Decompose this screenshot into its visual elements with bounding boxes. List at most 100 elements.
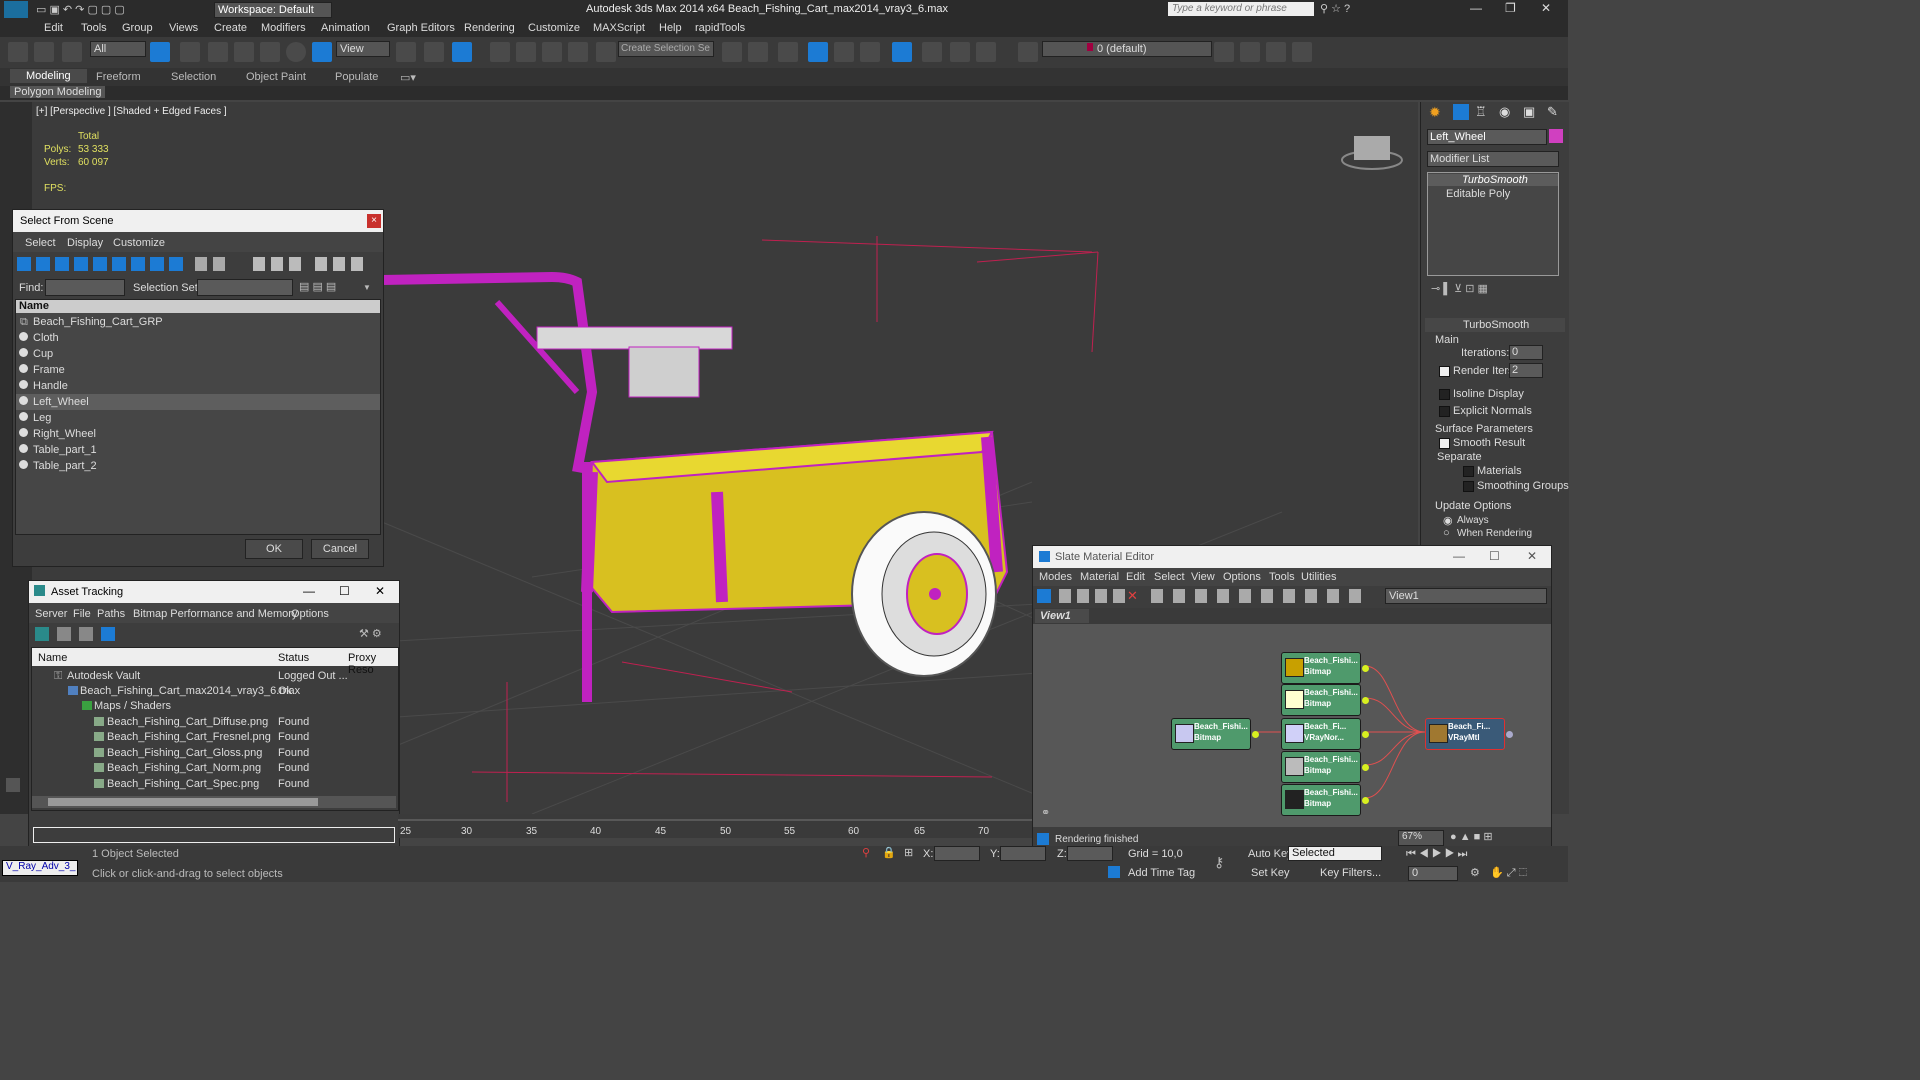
isoline-checkbox[interactable]	[1439, 388, 1454, 400]
pivot-icon[interactable]	[396, 42, 416, 62]
tab-view1[interactable]: View1	[1035, 609, 1089, 623]
ribbon-polygon-modeling[interactable]: Polygon Modeling	[10, 86, 106, 98]
name-column-header[interactable]: Name	[16, 300, 380, 313]
display-tab-icon[interactable]: ▣	[1523, 104, 1535, 120]
node-bitmap[interactable]: Beach_Fishi... Bitmap	[1281, 751, 1369, 783]
slate-menu-modes[interactable]: Modes	[1039, 571, 1072, 583]
slate-delete-icon[interactable]: ✕	[1127, 588, 1138, 604]
refresh-icon[interactable]	[35, 627, 49, 641]
workspace-dropdown[interactable]: Workspace: Default	[214, 2, 332, 18]
app-logo[interactable]	[4, 1, 28, 18]
slate-minimize-icon[interactable]: —	[1453, 549, 1465, 563]
render-icon[interactable]	[976, 42, 996, 62]
selection-set-dropdown[interactable]	[197, 279, 293, 296]
tab-freeform[interactable]: Freeform	[96, 71, 141, 83]
motion-tab-icon[interactable]: ◉	[1499, 104, 1510, 120]
select-from-scene-close-icon[interactable]: ×	[367, 214, 381, 228]
x-coord-field[interactable]	[934, 846, 980, 861]
current-frame-field[interactable]: 0	[1408, 866, 1458, 881]
cancel-button[interactable]: Cancel	[311, 539, 369, 559]
isolate-icon[interactable]: ⚲	[862, 846, 870, 859]
scene-item[interactable]: Handle	[16, 378, 380, 394]
node-output-port[interactable]	[1362, 797, 1369, 804]
node-output-port[interactable]	[1362, 764, 1369, 771]
sfs-filter-icons[interactable]	[195, 257, 229, 271]
rect-selection-icon[interactable]	[208, 42, 228, 62]
stack-item-turbosmooth[interactable]: TurboSmooth	[1428, 174, 1558, 186]
stack-item-editable-poly[interactable]: Editable Poly	[1446, 188, 1510, 200]
rotate-icon[interactable]	[286, 42, 306, 62]
node-vraymtl[interactable]: Beach_Fi... VRayMtl	[1425, 718, 1513, 750]
sfs-options-arrow-icon[interactable]: ▼	[363, 283, 371, 292]
find-input[interactable]	[45, 279, 125, 296]
scene-item-selected[interactable]: Left_Wheel	[16, 394, 380, 410]
explicit-normals-checkbox[interactable]	[1439, 405, 1454, 417]
selection-set-tools-icons[interactable]: ▤ ▤ ▤	[299, 280, 336, 293]
asset-close-icon[interactable]: ✕	[375, 584, 385, 598]
node-bitmap[interactable]: Beach_Fishi... Bitmap	[1281, 784, 1369, 816]
menu-views[interactable]: Views	[169, 22, 198, 34]
hierarchy-tab-icon[interactable]: ♖	[1475, 104, 1487, 120]
render-iters-spinner[interactable]: 2	[1509, 363, 1543, 378]
menu-customize[interactable]: Customize	[528, 22, 580, 34]
bind-icon[interactable]	[62, 42, 82, 62]
slate-menu-material[interactable]: Material	[1080, 571, 1119, 583]
node-bitmap[interactable]: Beach_Fishi... Bitmap	[1171, 718, 1259, 750]
viewport-label[interactable]: [+] [Perspective ] [Shaded + Edged Faces…	[36, 106, 227, 117]
slate-menu-view[interactable]: View	[1191, 571, 1215, 583]
turbosmooth-rollout-header[interactable]: TurboSmooth	[1425, 318, 1565, 332]
smoothing-groups-checkbox[interactable]	[1463, 480, 1478, 492]
tab-selection[interactable]: Selection	[171, 71, 216, 83]
tab-modeling[interactable]: Modeling	[10, 69, 87, 83]
asset-menu-server[interactable]: Server	[35, 608, 67, 620]
minimize-icon[interactable]: —	[1470, 1, 1482, 15]
slate-tools-icons[interactable]	[1059, 589, 1127, 603]
scene-item[interactable]: Cup	[16, 346, 380, 362]
slate-menu-edit[interactable]: Edit	[1126, 571, 1145, 583]
create-tab-icon[interactable]: ✹	[1429, 104, 1441, 121]
time-config-icon[interactable]: ⚙	[1470, 866, 1480, 879]
table-view-icon[interactable]	[101, 627, 115, 641]
menu-animation[interactable]: Animation	[321, 22, 370, 34]
mirror-icon[interactable]	[722, 42, 742, 62]
node-bitmap[interactable]: Beach_Fishi... Bitmap	[1281, 684, 1369, 716]
scale-icon[interactable]	[312, 42, 332, 62]
node-vraynormal[interactable]: Beach_Fi... VRayNor...	[1281, 718, 1369, 750]
slate-menu-utilities[interactable]: Utilities	[1301, 571, 1336, 583]
curve-editor-icon[interactable]	[834, 42, 854, 62]
angle-snap-icon[interactable]	[516, 42, 536, 62]
rendered-frame-icon[interactable]	[950, 42, 970, 62]
search-box[interactable]: Type a keyword or phrase	[1168, 2, 1314, 16]
key-icon[interactable]: ⚷	[1214, 854, 1224, 871]
modifier-list-dropdown[interactable]: Modifier List	[1427, 151, 1559, 167]
tree-view-icon[interactable]	[79, 627, 93, 641]
asset-row[interactable]: Beach_Fishing_Cart_Diffuse.png Found	[32, 714, 398, 730]
time-slider[interactable]: 25 30 35 40 45 50 55 60 65 70	[398, 814, 1032, 838]
viewcube[interactable]	[1341, 136, 1403, 170]
sfs-menu-select[interactable]: Select	[25, 237, 56, 249]
node-output-port[interactable]	[1362, 665, 1369, 672]
ok-button[interactable]: OK	[245, 539, 303, 559]
spinner-snap-icon[interactable]	[568, 42, 588, 62]
node-bitmap[interactable]: Beach_Fishi... Bitmap	[1281, 652, 1369, 684]
asset-menu-paths[interactable]: Paths	[97, 608, 125, 620]
asset-row[interactable]: Beach_Fishing_Cart_Gloss.png Found	[32, 745, 398, 761]
asset-help-icons[interactable]: ⚒ ⚙	[359, 627, 382, 640]
asset-maximize-icon[interactable]: ☐	[339, 584, 350, 598]
col-name[interactable]: Name	[38, 652, 67, 664]
object-color-swatch[interactable]	[1549, 129, 1563, 143]
reference-coord-dropdown[interactable]: View	[336, 41, 390, 57]
sfs-menu-customize[interactable]: Customize	[113, 237, 165, 249]
maximize-icon[interactable]: ❐	[1505, 1, 1516, 15]
materials-checkbox[interactable]	[1463, 465, 1478, 477]
layer-dropdown[interactable]: 0 (default)	[1042, 41, 1212, 57]
sfs-menu-display[interactable]: Display	[67, 237, 103, 249]
menu-group[interactable]: Group	[122, 22, 153, 34]
z-coord-field[interactable]	[1067, 846, 1113, 861]
col-status[interactable]: Status	[278, 652, 309, 664]
add-to-layer-icon[interactable]	[1240, 42, 1260, 62]
node-view[interactable]: Beach_Fishi... Bitmap Beach_Fishi... Bitma…	[1033, 624, 1551, 827]
menu-maxscript[interactable]: MAXScript	[593, 22, 645, 34]
render-iters-checkbox[interactable]	[1439, 365, 1454, 377]
edit-named-sel-icon[interactable]	[596, 42, 616, 62]
